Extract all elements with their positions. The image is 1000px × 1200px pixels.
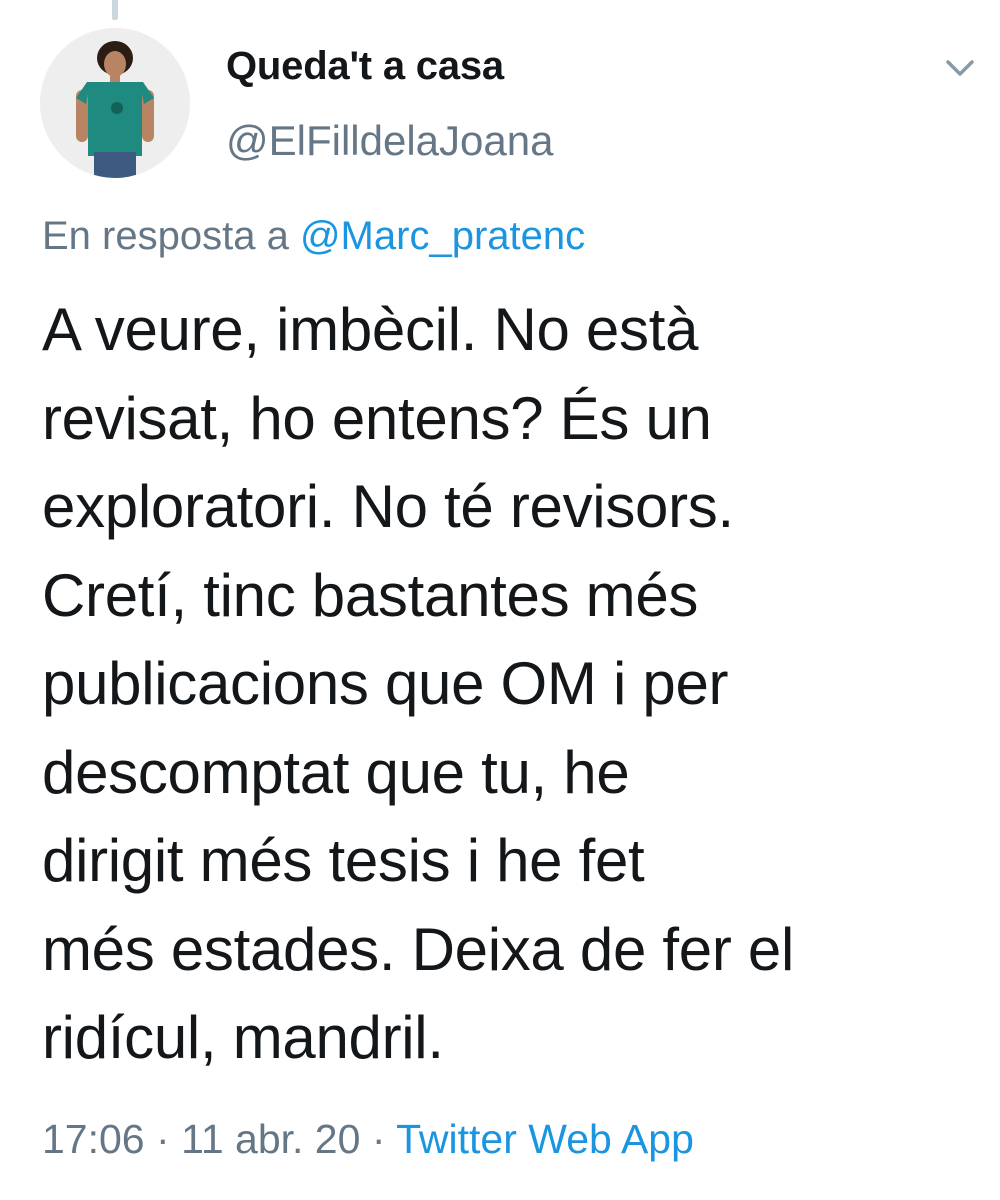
- thread-connector-line: [112, 0, 118, 20]
- tweet-source-link[interactable]: Twitter Web App: [396, 1116, 694, 1162]
- avatar[interactable]: [40, 28, 190, 178]
- tweet-text-line: exploratori. No té revisors.: [42, 473, 734, 540]
- author-display-name[interactable]: Queda't a casa: [226, 44, 504, 89]
- tweet-text-line: dirigit més tesis i he fet: [42, 827, 645, 894]
- tweet-text-line: ridícul, mandril.: [42, 1004, 444, 1071]
- user-avatar-icon: [40, 28, 190, 178]
- meta-separator: ·: [371, 1116, 386, 1162]
- reply-prefix: En resposta a: [42, 214, 289, 258]
- tweet-text-line: més estades. Deixa de fer el: [42, 915, 794, 983]
- tweet-text-line: Cretí, tinc bastantes més: [42, 561, 699, 629]
- tweet-text: A veure, imbècil. No està revisat, ho en…: [42, 286, 962, 1083]
- author-handle[interactable]: @ElFilldelaJoana: [226, 117, 553, 165]
- tweet-text-line: publicacions que OM i per: [42, 650, 729, 717]
- tweet-date[interactable]: 11 abr. 20: [181, 1116, 360, 1162]
- tweet-text-line: revisat, ho entens? És un: [42, 384, 712, 452]
- reply-mention-link[interactable]: @Marc_pratenc: [300, 214, 585, 258]
- chevron-down-icon[interactable]: [940, 52, 980, 82]
- reply-context: En resposta a @Marc_pratenc: [42, 214, 585, 259]
- meta-separator: ·: [156, 1116, 170, 1162]
- tweet-text-line: descomptat que tu, he: [42, 738, 630, 806]
- tweet-metadata: 17:06 · 11 abr. 20 · Twitter Web App: [42, 1116, 694, 1163]
- tweet-text-line: A veure, imbècil. No està: [42, 296, 699, 363]
- tweet-time[interactable]: 17:06: [42, 1116, 145, 1162]
